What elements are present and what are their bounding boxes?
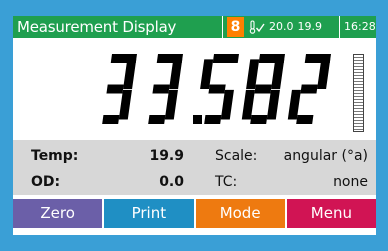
- readout-digit: [102, 54, 137, 124]
- instrument-panel: Measurement Display 8 20.0 19.9 16:28 Te…: [13, 16, 376, 235]
- main-display: [13, 38, 376, 140]
- sensor-value-1: 20.0: [269, 20, 294, 33]
- tc-label: TC:: [215, 174, 238, 190]
- readout-digit: [200, 54, 239, 124]
- status-bar: Measurement Display 8 20.0 19.9 16:28: [13, 16, 376, 38]
- sensor-value-2: 19.9: [297, 20, 323, 33]
- info-row-temp: Temp: 19.9 Scale: angular (°a): [13, 144, 376, 170]
- temp-value: 19.9: [149, 148, 184, 164]
- zero-button[interactable]: Zero: [13, 199, 103, 228]
- info-row-od: OD: 0.0 TC: none: [13, 170, 376, 196]
- readout-digit: [241, 54, 285, 124]
- softkey-bar: Zero Print Mode Menu: [13, 199, 376, 228]
- decimal-point: [193, 115, 202, 124]
- menu-button[interactable]: Menu: [286, 199, 376, 228]
- bargraph-icon: [353, 54, 364, 132]
- alarm-indicator[interactable]: 8: [227, 17, 244, 37]
- readout-digit: [148, 54, 183, 124]
- measurement-readout: [101, 50, 341, 134]
- status-divider: [339, 16, 340, 38]
- scale-label: Scale:: [215, 148, 258, 164]
- readout-digit: [287, 54, 331, 124]
- mode-button[interactable]: Mode: [195, 199, 285, 228]
- tc-value: none: [333, 174, 368, 190]
- temperature-sensor-status: 20.0 19.9: [249, 20, 322, 34]
- screen-title: Measurement Display: [17, 18, 177, 36]
- temp-label: Temp:: [31, 148, 79, 164]
- status-divider: [222, 16, 223, 38]
- clock: 16:28: [344, 20, 376, 33]
- od-value: 0.0: [159, 174, 184, 190]
- seven-segment-readout: [102, 54, 331, 124]
- scale-value: angular (°a): [283, 148, 368, 164]
- print-button[interactable]: Print: [104, 199, 194, 228]
- od-label: OD:: [31, 174, 61, 190]
- thermometer-check-icon: [249, 20, 265, 34]
- info-panel: Temp: 19.9 Scale: angular (°a) OD: 0.0 T…: [13, 140, 376, 195]
